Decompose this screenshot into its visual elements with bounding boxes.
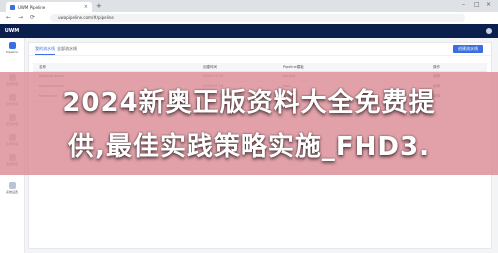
tab-all-pipelines[interactable]: 全部流水线 (57, 46, 77, 52)
tab-my-pipelines[interactable]: 我的流水线 (35, 46, 55, 55)
app-header (24, 24, 498, 38)
create-pipeline-button[interactable]: 创建流水线 (453, 45, 483, 53)
column-header-created[interactable]: 创建时间 (203, 65, 217, 70)
table-header: 名称 创建时间 Pipeline模板 操作 (33, 63, 487, 72)
address-bar[interactable]: uwapipeline.com/#/pipeline (50, 14, 465, 22)
new-tab-button[interactable]: + (96, 2, 102, 10)
column-header-name[interactable]: 名称 (39, 65, 46, 70)
browser-tab-strip: UWM Pipeline × + – □ × (0, 0, 498, 12)
tab-title: UWM Pipeline (18, 4, 46, 10)
sidebar-item-label: 系统设置 (5, 190, 18, 194)
sidebar-item-settings[interactable]: 系统设置 (0, 182, 24, 194)
forward-button[interactable]: → (18, 14, 23, 21)
overlay-line-2: 供,最佳实践策略实施_FHD3. (68, 132, 430, 162)
column-header-actions: 操作 (433, 65, 440, 69)
avatar[interactable] (486, 28, 492, 34)
sidebar-item-label: Pipeline (6, 50, 18, 54)
back-button[interactable]: ← (6, 14, 11, 21)
browser-tab[interactable]: UWM Pipeline × (6, 2, 92, 12)
gear-icon (8, 182, 16, 189)
maximize-button[interactable]: □ (474, 1, 480, 8)
reload-button[interactable]: ⟳ (30, 14, 35, 21)
app-logo[interactable]: UWM (0, 24, 24, 38)
tab-close-icon[interactable]: × (84, 4, 88, 10)
sidebar-item-pipeline[interactable]: Pipeline (0, 42, 24, 54)
column-header-template[interactable]: Pipeline模板 (283, 65, 304, 70)
promo-overlay-banner: 2024新奥正版资料大全免费提 供,最佳实践策略实施_FHD3. (0, 72, 498, 175)
overlay-line-1: 2024新奥正版资料大全免费提 (62, 88, 436, 118)
minimize-button[interactable]: – (462, 1, 465, 8)
site-favicon-icon (10, 4, 15, 10)
pipeline-icon (8, 42, 16, 49)
close-window-button[interactable]: × (486, 1, 491, 8)
tab-bar: 我的流水线 全部流水线 创建流水线 (29, 43, 491, 56)
